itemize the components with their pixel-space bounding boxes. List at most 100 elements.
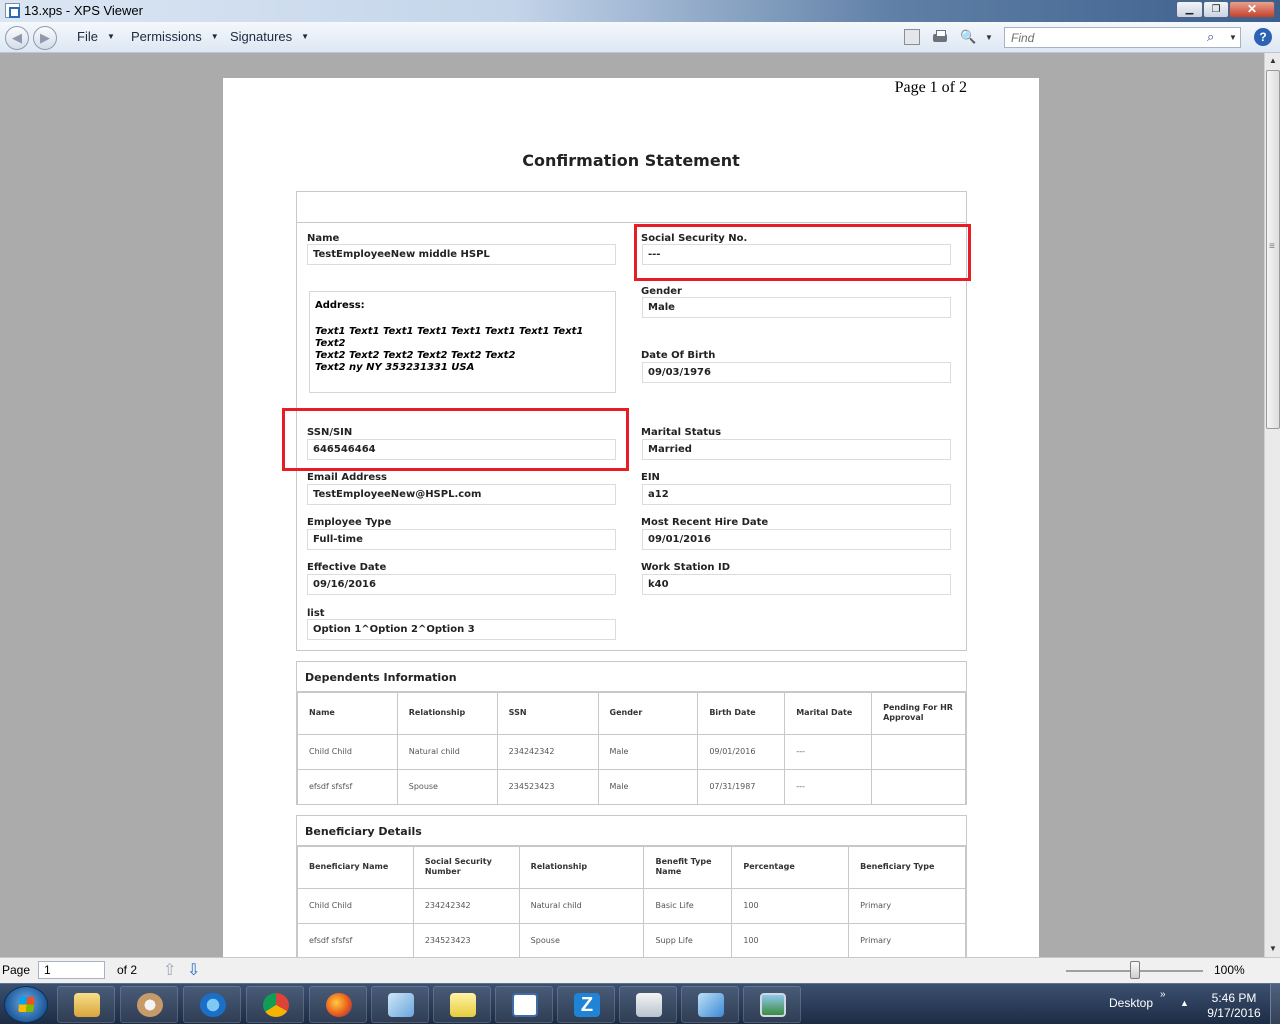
sticky-notes-icon[interactable] [433, 986, 491, 1023]
print-icon[interactable] [932, 29, 948, 45]
scroll-down-icon[interactable]: ▼ [1265, 941, 1280, 957]
table-cell: Spouse [518, 922, 645, 957]
z-app-icon[interactable]: Z [557, 986, 615, 1023]
maximize-button[interactable]: ❐ [1203, 1, 1229, 18]
page-number-input[interactable]: 1 [38, 961, 105, 979]
page-label: Page [2, 963, 31, 977]
column-header: Name [297, 691, 398, 735]
table-cell [871, 768, 966, 805]
work-station-label: Work Station ID [641, 562, 731, 573]
table-cell: Natural child [396, 733, 498, 770]
column-header: Gender [597, 691, 699, 735]
forward-icon[interactable]: ▶ [33, 26, 57, 50]
internet-explorer-icon[interactable] [183, 986, 241, 1023]
find-input[interactable]: Find [1004, 27, 1241, 48]
column-header: Pending For HR Approval [871, 691, 966, 735]
minimize-button[interactable]: ▁ [1176, 1, 1203, 18]
menu-permissions[interactable]: Permissions ▼ [131, 29, 219, 44]
window-title: 13.xps - XPS Viewer [24, 3, 143, 18]
scroll-thumb[interactable] [1266, 70, 1280, 429]
employee-type-value: Full-time [307, 529, 616, 550]
column-header: Relationship [396, 691, 498, 735]
employee-type-label: Employee Type [307, 517, 392, 528]
address-box: Address: Text1 Text1 Text1 Text1 Text1 T… [309, 291, 616, 393]
column-header: Birth Date [697, 691, 786, 735]
table-cell: Male [597, 768, 699, 805]
table-row: efsdf sfsfsf Spouse 234523423 Male 07/31… [297, 768, 966, 805]
search-icon[interactable]: ⌕ [1207, 29, 1214, 45]
table-cell: Natural child [518, 887, 645, 924]
gender-value: Male [642, 297, 951, 318]
documents-icon[interactable] [619, 986, 677, 1023]
table-cell: 234242342 [412, 887, 520, 924]
table-cell: --- [784, 768, 873, 805]
document-title: Confirmation Statement [522, 151, 740, 170]
desktop-toolbar-label[interactable]: Desktop [1109, 996, 1153, 1010]
reading-view-icon[interactable] [904, 29, 920, 45]
table-cell: 234523423 [412, 922, 520, 957]
column-header: Relationship [518, 845, 645, 889]
table-cell: Child Child [297, 887, 414, 924]
table-row: Child Child 234242342 Natural child Basi… [297, 887, 966, 924]
document-page: Page 1 of 2 Confirmation Statement Name … [223, 78, 1039, 957]
zoom-level: 100% [1214, 963, 1245, 977]
column-header: Beneficiary Name [297, 845, 414, 889]
list-value: Option 1^Option 2^Option 3 [307, 619, 616, 640]
ein-label: EIN [641, 472, 660, 483]
calendar-icon[interactable] [495, 986, 553, 1023]
effective-date-label: Effective Date [307, 562, 387, 573]
table-row: efsdf sfsfsf 234523423 Spouse Supp Life … [297, 922, 966, 957]
menu-toolbar: ◀ ▶ File ▼ Permissions ▼ Signatures ▼ 🔍 ▼ F… [0, 22, 1280, 53]
hire-date-label: Most Recent Hire Date [641, 517, 769, 528]
address-text: Text1 Text1 Text1 Text1 Text1 Text1 Text… [315, 326, 584, 373]
scroll-up-icon[interactable]: ▲ [1265, 53, 1280, 69]
table-cell: Male [597, 733, 699, 770]
table-cell: 234523423 [496, 768, 599, 805]
toolbar-chevron-icon[interactable]: » [1160, 989, 1166, 1000]
send-icon[interactable] [681, 986, 739, 1023]
file-explorer-icon[interactable] [57, 986, 115, 1023]
start-button[interactable] [4, 986, 48, 1023]
table-cell: efsdf sfsfsf [297, 768, 398, 805]
name-value: TestEmployeeNew middle HSPL [307, 244, 616, 265]
menu-file[interactable]: File ▼ [77, 29, 115, 44]
table-header-row: Name Relationship SSN Gender Birth Date … [297, 691, 966, 735]
menu-signatures[interactable]: Signatures ▼ [230, 29, 309, 44]
notification-area-arrow-icon[interactable]: ▲ [1180, 998, 1189, 1008]
chrome-icon[interactable] [246, 986, 304, 1023]
column-header: SSN [496, 691, 599, 735]
status-bar: Page 1 of 2 ⇧ ⇩ 100% [0, 957, 1280, 983]
previous-page-icon[interactable]: ⇧ [163, 960, 176, 980]
list-label: list [307, 608, 325, 619]
zoom-slider-thumb[interactable] [1130, 961, 1140, 979]
table-cell: Supp Life [643, 922, 733, 957]
page-number-label: Page 1 of 2 [894, 79, 967, 96]
paint-icon[interactable] [120, 986, 178, 1023]
show-desktop-button[interactable] [1270, 984, 1280, 1024]
email-value: TestEmployeeNew@HSPL.com [307, 484, 616, 505]
vertical-scrollbar[interactable]: ▲ ▼ [1264, 53, 1280, 957]
table-cell: --- [784, 733, 873, 770]
find-options-icon[interactable]: ▼ [1229, 33, 1237, 42]
dependents-section: Dependents Information Name Relationship… [296, 661, 967, 805]
table-cell: 07/31/1987 [697, 768, 786, 805]
table-cell: Primary [848, 922, 966, 957]
firefox-icon[interactable] [309, 986, 367, 1023]
table-cell: 100 [731, 922, 850, 957]
beneficiary-title: Beneficiary Details [305, 825, 422, 838]
beneficiary-table: Beneficiary Name Social Security Number … [297, 845, 966, 957]
photo-viewer-icon[interactable] [743, 986, 801, 1023]
next-page-icon[interactable]: ⇩ [187, 960, 200, 980]
close-button[interactable]: ✕ [1229, 1, 1275, 18]
dependents-title: Dependents Information [305, 671, 457, 684]
notepad-icon[interactable] [371, 986, 429, 1023]
highlight-box-ssn [634, 224, 971, 281]
table-cell: 100 [731, 887, 850, 924]
help-icon[interactable]: ? [1254, 28, 1272, 46]
back-icon[interactable]: ◀ [5, 26, 29, 50]
ein-value: a12 [642, 484, 951, 505]
system-clock[interactable]: 5:46 PM 9/17/2016 [1204, 991, 1264, 1021]
work-station-value: k40 [642, 574, 951, 595]
zoom-dropdown-icon[interactable]: ▼ [985, 33, 993, 42]
zoom-icon[interactable]: 🔍 [960, 29, 976, 45]
